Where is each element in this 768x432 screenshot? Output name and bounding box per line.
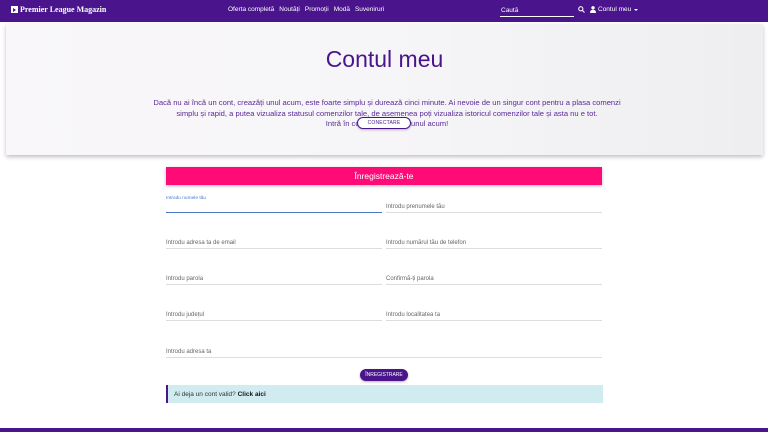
phone-label: Introdu numărul tău de telefon xyxy=(386,240,467,246)
address-label: Introdu adresa ta xyxy=(166,349,212,355)
nav-link-moda[interactable]: Modă xyxy=(334,6,350,13)
brand-logo[interactable]: Premier League Magazin xyxy=(11,5,106,14)
hero-jumbotron: Contul meu Dacă nu ai încă un cont, crea… xyxy=(6,24,763,155)
nav-link-oferta[interactable]: Oferta completă xyxy=(228,6,274,13)
login-link[interactable]: Click aici xyxy=(238,391,266,398)
brand-name: Premier League Magazin xyxy=(20,5,107,14)
search-icon[interactable] xyxy=(578,6,585,13)
nav-link-suveniruri[interactable]: Suveniruri xyxy=(355,6,384,13)
nav-link-promotii[interactable]: Promoții xyxy=(305,6,329,13)
county-field[interactable]: Introdu județul xyxy=(166,307,382,321)
page-title: Contul meu xyxy=(325,46,444,72)
search-input[interactable] xyxy=(500,5,574,17)
first-name-label: Introdu numele tău xyxy=(166,196,207,201)
login-alert: Ai deja un cont valid? Click aici xyxy=(166,385,603,403)
login-button[interactable]: CONECTARE xyxy=(357,117,411,129)
last-name-field[interactable]: Introdu prenumele tău xyxy=(386,199,602,213)
register-button[interactable]: ÎNREGISTRARE xyxy=(360,369,408,381)
email-field[interactable]: Introdu adresa ta de email xyxy=(166,235,382,249)
confirm-password-field[interactable]: Confirmă-ți parola xyxy=(386,271,602,285)
caret-down-icon xyxy=(634,8,639,11)
play-icon xyxy=(11,6,18,13)
password-field[interactable]: Introdu parola xyxy=(166,271,382,285)
address-field[interactable]: Introdu adresa ta xyxy=(166,344,602,358)
hero-text-line-1: Dacă nu ai încă un cont, creazăți unul a… xyxy=(153,98,621,107)
account-menu[interactable]: Contul meu xyxy=(590,6,639,13)
footer-bar xyxy=(0,428,768,432)
city-label: Introdu localitatea ta xyxy=(386,312,441,318)
county-label: Introdu județul xyxy=(166,312,205,318)
account-label: Contul meu xyxy=(598,6,632,13)
alert-text: Ai deja un cont valid? xyxy=(174,390,236,398)
first-name-field[interactable]: Introdu numele tău xyxy=(166,196,382,213)
confirm-password-label: Confirmă-ți parola xyxy=(386,276,434,282)
nav-links: Oferta completă Noutăți Promoții Modă Su… xyxy=(228,6,384,13)
last-name-label: Introdu prenumele tău xyxy=(386,204,445,210)
email-label: Introdu adresa ta de email xyxy=(166,240,236,246)
city-field[interactable]: Introdu localitatea ta xyxy=(386,307,602,321)
register-header: Înregistrează-te xyxy=(166,167,602,185)
navbar: Premier League Magazin Oferta completă N… xyxy=(0,0,768,22)
user-icon xyxy=(590,6,596,13)
phone-field[interactable]: Introdu numărul tău de telefon xyxy=(386,235,602,249)
password-label: Introdu parola xyxy=(166,276,204,282)
nav-link-noutati[interactable]: Noutăți xyxy=(279,6,300,13)
